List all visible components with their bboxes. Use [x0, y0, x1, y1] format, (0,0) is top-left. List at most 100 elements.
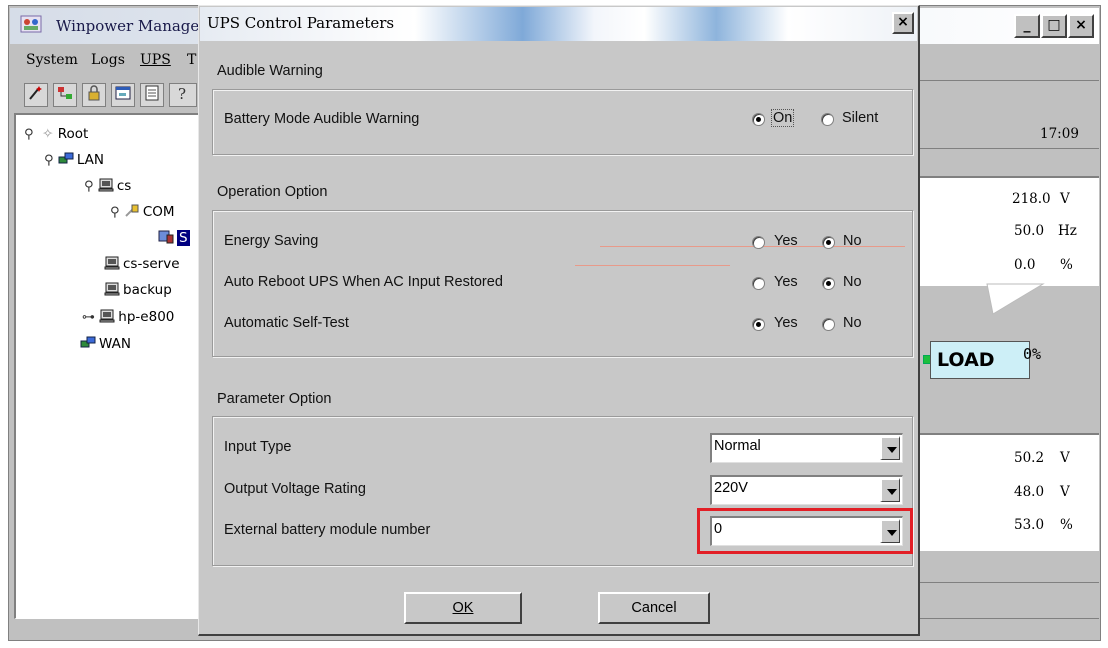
tree-item[interactable]: ⚲ cs	[84, 178, 131, 194]
energy-saving-no-radio[interactable]	[822, 236, 835, 249]
main-close-button[interactable]: ×	[1068, 14, 1094, 38]
tree-item-label: cs-serve	[123, 256, 180, 272]
tree-item-label: COM	[142, 204, 175, 220]
battery-nominal-value: 48.0	[1014, 484, 1045, 500]
input-load-unit: %	[1060, 257, 1073, 273]
divider	[918, 148, 1099, 149]
tree-item-label: S	[177, 230, 190, 246]
dialog-close-button[interactable]: ×	[892, 12, 914, 34]
energy-saving-yes-radio[interactable]	[752, 236, 765, 249]
tree-item[interactable]: WAN	[80, 336, 131, 352]
battery-nominal-unit: V	[1060, 484, 1070, 500]
ups-icon	[158, 230, 174, 244]
audible-silent-label[interactable]: Silent	[842, 110, 878, 126]
menu-ups[interactable]: UPS	[140, 52, 171, 68]
auto-reboot-no-label[interactable]: No	[843, 274, 862, 290]
tree-item[interactable]: ⚲ ✧ Root	[24, 126, 88, 142]
tree-item[interactable]: cs-serve	[104, 256, 180, 272]
tool-network-icon[interactable]	[53, 83, 77, 107]
energy-saving-no-label[interactable]: No	[843, 233, 862, 249]
output-voltage-value: 220V	[714, 480, 748, 496]
winpower-app-icon	[20, 15, 42, 33]
svg-text:?: ?	[178, 85, 186, 102]
pin-icon: ⚲	[84, 179, 94, 194]
menu-system[interactable]: System	[26, 52, 78, 68]
tree-item[interactable]: backup	[104, 282, 172, 298]
output-voltage-label: Output Voltage Rating	[224, 481, 366, 497]
root-icon: ✧	[42, 126, 54, 142]
input-voltage-unit: V	[1060, 191, 1070, 207]
cancel-button-label: Cancel	[631, 600, 677, 616]
computer-icon	[99, 309, 115, 323]
plug-icon	[125, 204, 139, 217]
battery-readings-box	[918, 433, 1099, 551]
highlight-box	[697, 508, 913, 554]
divider	[918, 618, 1099, 619]
tool-help-icon[interactable]: ?	[169, 83, 197, 107]
network-icon	[80, 336, 96, 348]
chevron-down-icon[interactable]	[880, 436, 900, 460]
battery-voltage-unit: V	[1060, 450, 1070, 466]
tree-item-label: hp-e800	[118, 309, 175, 325]
auto-reboot-no-radio[interactable]	[822, 277, 835, 290]
tree-item[interactable]: ⊶ hp-e800	[82, 309, 174, 325]
input-frequency-value: 50.0	[1014, 223, 1045, 239]
load-box: LOAD	[930, 341, 1030, 379]
divider	[918, 582, 1099, 583]
callout-pointer	[986, 283, 1045, 315]
battery-voltage-value: 50.2	[1014, 450, 1045, 466]
artifact-line	[575, 265, 730, 266]
tool-wand-icon[interactable]	[24, 83, 48, 107]
section-parameter-option: Parameter Option	[217, 391, 332, 407]
tree-item-label: backup	[123, 282, 172, 298]
audible-on-radio[interactable]	[752, 113, 765, 126]
dialog-title: UPS Control Parameters	[207, 14, 395, 32]
tool-lock-icon[interactable]	[82, 83, 106, 107]
computer-icon	[104, 282, 120, 296]
auto-reboot-label: Auto Reboot UPS When AC Input Restored	[224, 274, 503, 290]
audible-silent-radio[interactable]	[821, 113, 834, 126]
collapsed-pin-icon: ⊶	[82, 310, 95, 325]
computer-icon	[98, 178, 114, 192]
section-audible-warning: Audible Warning	[217, 63, 323, 79]
minimize-button[interactable]: _	[1014, 14, 1040, 38]
computer-icon	[104, 256, 120, 270]
battery-mode-audible-warning-label: Battery Mode Audible Warning	[224, 111, 420, 127]
maximize-button[interactable]: □	[1041, 14, 1067, 38]
external-battery-label: External battery module number	[224, 522, 431, 538]
main-window-title: Winpower Manager	[56, 17, 200, 35]
network-icon	[58, 152, 74, 164]
audible-on-label[interactable]: On	[770, 109, 795, 127]
self-test-yes-radio[interactable]	[752, 318, 765, 331]
ok-button[interactable]: OK	[404, 592, 522, 624]
energy-saving-label: Energy Saving	[224, 233, 319, 249]
tree-item-label: LAN	[76, 152, 104, 168]
input-type-value: Normal	[714, 438, 761, 454]
menu-logs[interactable]: Logs	[91, 52, 125, 68]
self-test-yes-label[interactable]: Yes	[774, 315, 798, 331]
menu-tools[interactable]: T	[187, 52, 196, 68]
chevron-down-icon[interactable]	[880, 478, 900, 502]
pin-icon: ⚲	[110, 205, 120, 220]
tree-item[interactable]: ⚲ COM	[110, 204, 175, 220]
auto-reboot-yes-label[interactable]: Yes	[774, 274, 798, 290]
battery-capacity-value: 53.0	[1014, 517, 1045, 533]
input-load-value: 0.0	[1014, 257, 1036, 273]
input-voltage-value: 218.0	[1012, 191, 1051, 207]
input-type-label: Input Type	[224, 439, 292, 455]
tree-item[interactable]: ⚲ LAN	[44, 152, 104, 168]
load-label: LOAD	[937, 349, 995, 371]
self-test-no-radio[interactable]	[822, 318, 835, 331]
energy-saving-yes-label[interactable]: Yes	[774, 233, 798, 249]
auto-reboot-yes-radio[interactable]	[752, 277, 765, 290]
tree-item-label: cs	[116, 178, 132, 194]
time-readout: 17:09	[1040, 126, 1079, 142]
input-frequency-unit: Hz	[1058, 223, 1077, 239]
self-test-no-label[interactable]: No	[843, 315, 862, 331]
cancel-button[interactable]: Cancel	[598, 592, 710, 624]
pin-icon: ⚲	[24, 127, 34, 142]
tool-list-icon[interactable]	[140, 83, 164, 107]
battery-capacity-unit: %	[1060, 517, 1073, 533]
tree-item-selected[interactable]: S	[158, 230, 190, 246]
tool-window-icon[interactable]	[111, 83, 135, 107]
